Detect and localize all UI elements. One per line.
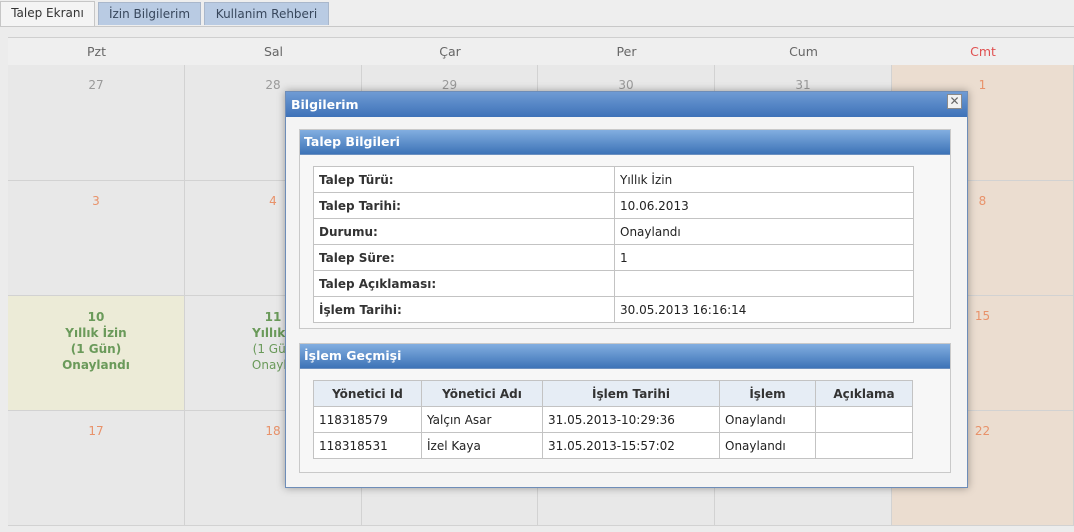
tab-talep-ekrani[interactable]: Talep Ekranı (0, 1, 95, 26)
day-header-mon: Pzt (86, 44, 106, 59)
field-label: Talep Tarihi: (313, 192, 615, 219)
day-cell[interactable]: 3 (8, 181, 185, 296)
day-number: 28 (265, 78, 281, 92)
field-value: Onaylandı (614, 218, 914, 245)
dialog-title: Bilgilerim (286, 92, 967, 117)
field-value (614, 270, 914, 297)
table-row: Talep Tarihi: 10.06.2013 (313, 192, 914, 219)
column-header: İşlem (719, 380, 816, 407)
field-value: 1 (614, 244, 914, 271)
field-value: 30.05.2013 16:16:14 (614, 296, 914, 323)
dialog-body: Talep Bilgileri Talep Türü: Yıllık İzin T… (286, 117, 967, 487)
info-dialog: Bilgilerim ✕ Talep Bilgileri Talep Türü:… (285, 91, 968, 488)
table-row: Talep Süre: 1 (313, 244, 914, 271)
day-number: 31 (795, 78, 811, 92)
table-cell: 118318531 (313, 432, 422, 459)
day-cell[interactable]: 17 (8, 411, 185, 526)
close-icon[interactable]: ✕ (947, 94, 962, 109)
leave-status: Onaylandı (62, 358, 130, 372)
column-header: Yönetici Id (313, 380, 422, 407)
day-number: 27 (88, 78, 104, 92)
day-cell-leave[interactable]: 10 Yıllık İzin (1 Gün) Onaylandı (8, 296, 185, 411)
day-number: 1 (978, 78, 987, 92)
tab-bar: Talep Ekranı İzin Bilgilerim Kullanim Re… (0, 0, 1074, 27)
calendar-header: Pzt Sal Çar Per Cum Cmt (8, 37, 1074, 66)
table-cell: 31.05.2013-10:29:36 (542, 406, 720, 433)
leave-type: Yıllık İzin (65, 326, 127, 340)
table-cell (815, 406, 913, 433)
history-section: İşlem Geçmişi Yönetici Id Yönetici Adı İ… (299, 343, 951, 473)
request-info-section: Talep Bilgileri Talep Türü: Yıllık İzin T… (299, 129, 951, 329)
section-title: İşlem Geçmişi (300, 344, 950, 369)
table-row: İşlem Tarihi: 30.05.2013 16:16:14 (313, 296, 914, 323)
table-cell: 118318579 (313, 406, 422, 433)
day-header-tue: Sal (263, 44, 284, 59)
field-value: Yıllık İzin (614, 166, 914, 193)
day-number: 29 (441, 78, 458, 92)
table-row: Durumu: Onaylandı (313, 218, 914, 245)
section-title: Talep Bilgileri (300, 130, 950, 155)
leave-entry[interactable]: 10 Yıllık İzin (1 Gün) Onaylandı (8, 309, 184, 373)
table-cell: Onaylandı (719, 406, 816, 433)
request-info-table: Talep Türü: Yıllık İzin Talep Tarihi: 10.0… (313, 166, 914, 323)
day-header-fri: Cum (789, 44, 818, 59)
table-row: 118318579 Yalçın Asar 31.05.2013-10:29:3… (313, 406, 913, 433)
table-row: Talep Türü: Yıllık İzin (313, 166, 914, 193)
field-label: İşlem Tarihi: (313, 296, 615, 323)
history-table: Yönetici Id Yönetici Adı İşlem Tarihi İş… (313, 380, 913, 459)
field-label: Durumu: (313, 218, 615, 245)
day-header-sat: Cmt (970, 44, 996, 59)
day-header-wed: Çar (439, 44, 461, 59)
field-label: Talep Süre: (313, 244, 615, 271)
day-header-thu: Per (616, 44, 637, 59)
field-value: 10.06.2013 (614, 192, 914, 219)
day-number: 3 (92, 194, 100, 208)
column-header: Açıklama (815, 380, 913, 407)
table-cell (815, 432, 913, 459)
table-row: 118318531 İzel Kaya 31.05.2013-15:57:02 … (313, 432, 913, 459)
column-header: İşlem Tarihi (542, 380, 720, 407)
table-cell: Yalçın Asar (421, 406, 543, 433)
day-cell[interactable]: 27 (8, 65, 185, 181)
tab-izin-bilgilerim[interactable]: İzin Bilgilerim (98, 2, 201, 25)
day-number: 30 (618, 78, 634, 92)
table-cell: 31.05.2013-15:57:02 (542, 432, 720, 459)
field-label: Talep Açıklaması: (313, 270, 615, 297)
day-number: 10 (87, 310, 105, 324)
leave-duration: (1 Gün) (70, 342, 122, 356)
field-label: Talep Türü: (313, 166, 615, 193)
table-cell: Onaylandı (719, 432, 816, 459)
table-header-row: Yönetici Id Yönetici Adı İşlem Tarihi İş… (313, 380, 913, 407)
day-number: 17 (88, 424, 104, 438)
tab-kullanim-rehberi[interactable]: Kullanim Rehberi (204, 2, 329, 25)
table-row: Talep Açıklaması: (313, 270, 914, 297)
table-cell: İzel Kaya (421, 432, 543, 459)
column-header: Yönetici Adı (421, 380, 543, 407)
